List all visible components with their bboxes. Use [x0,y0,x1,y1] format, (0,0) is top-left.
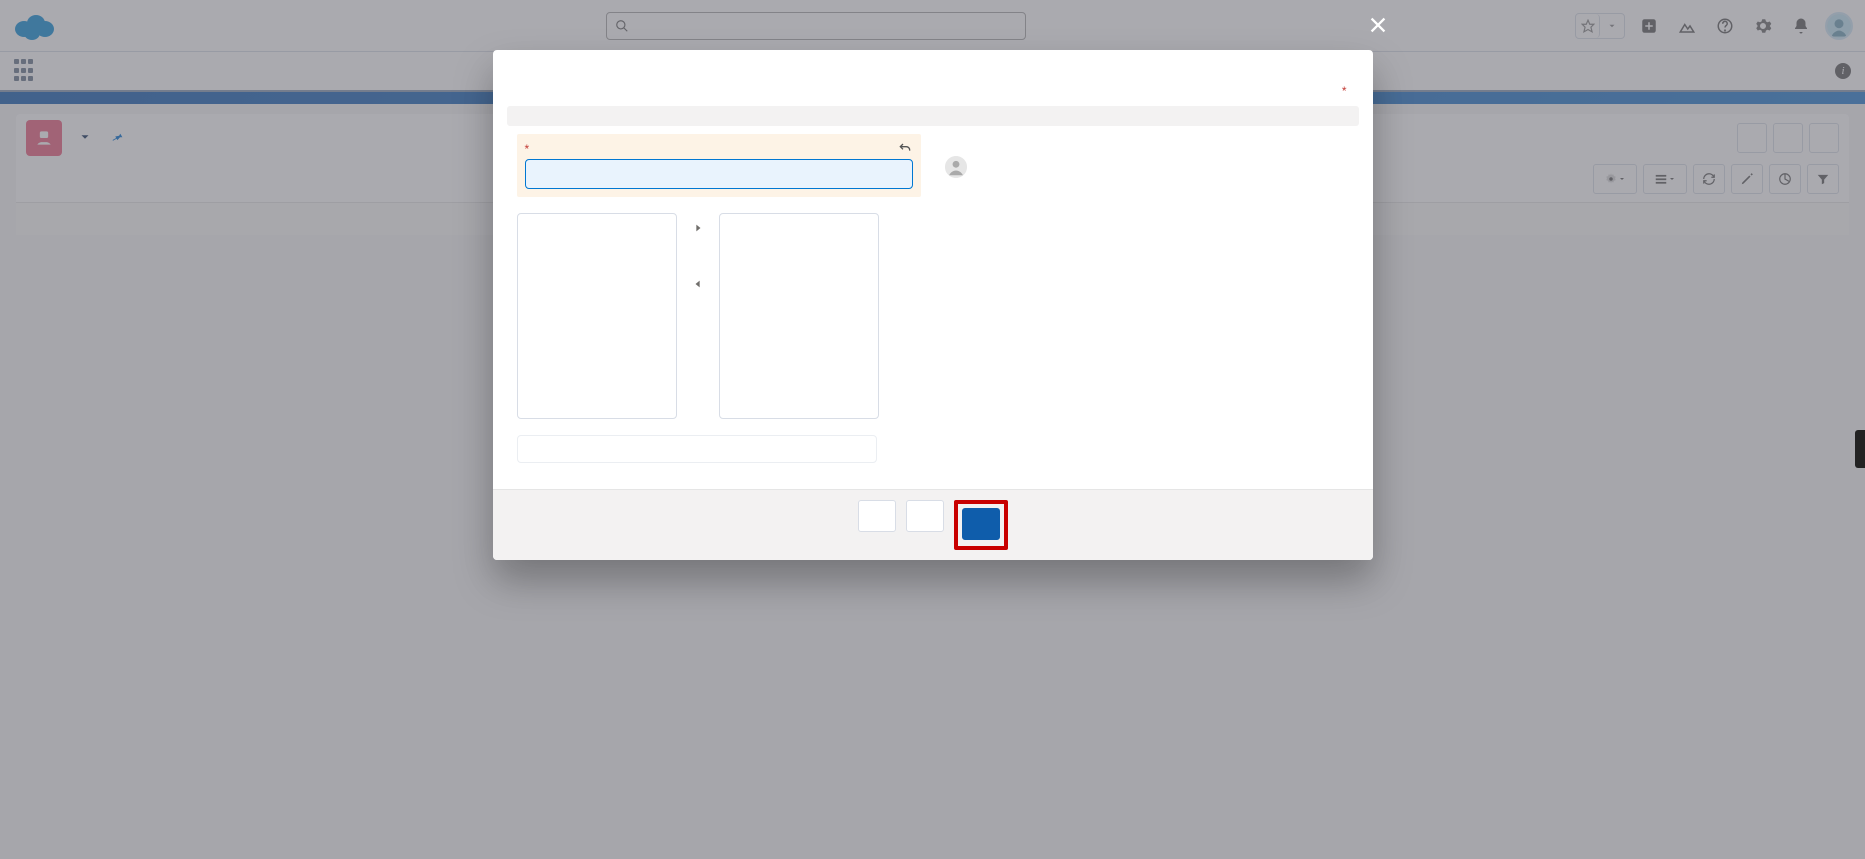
modal-title [493,50,1373,80]
move-right-icon[interactable] [687,217,709,239]
undo-icon[interactable] [897,140,913,159]
employee-name-field: * [517,134,921,197]
employee-name-input[interactable] [525,159,913,189]
close-icon[interactable] [1367,14,1389,39]
cancel-button[interactable] [858,500,896,532]
multiselect-picklist [517,207,921,419]
section-information [507,106,1359,126]
modal-footer [493,489,1373,560]
save-button[interactable] [962,508,1000,540]
required-note: * [507,80,1359,106]
move-left-icon[interactable] [687,273,709,295]
available-listbox[interactable] [517,213,677,419]
save-and-new-button[interactable] [906,500,944,532]
side-panel-handle[interactable] [1855,430,1865,468]
new-employee-modal: * * [493,50,1373,560]
picklist-select[interactable] [517,435,877,463]
chosen-listbox[interactable] [719,213,879,419]
save-highlight [954,500,1008,550]
owner-avatar-icon [945,156,967,178]
owner-value [945,156,1349,178]
